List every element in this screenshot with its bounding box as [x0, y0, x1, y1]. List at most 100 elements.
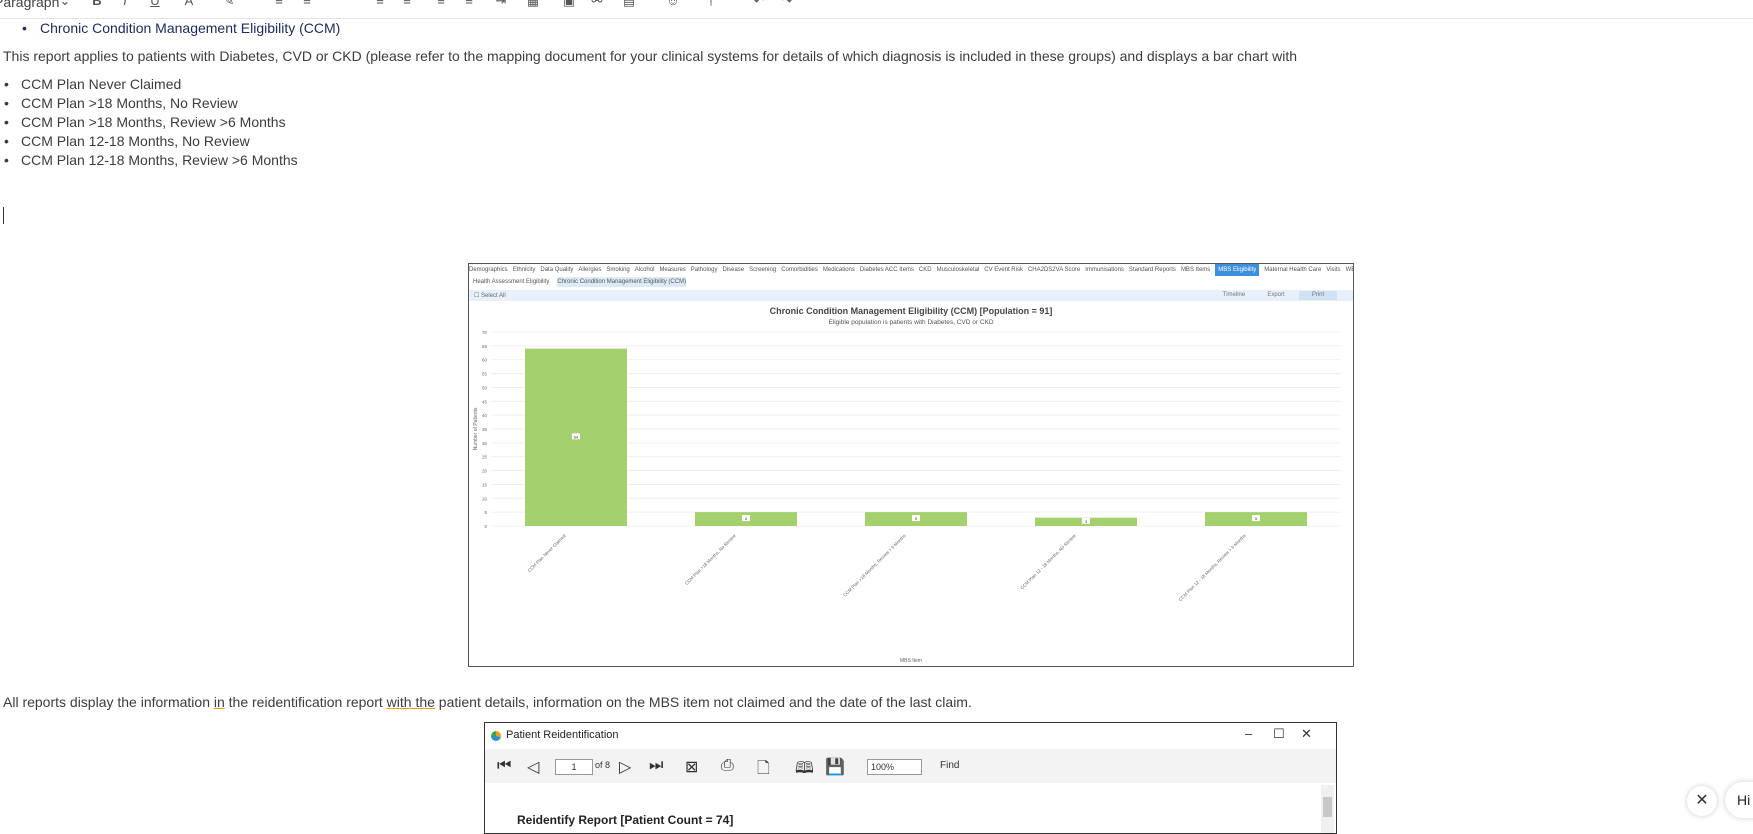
paragraph-style-dropdown[interactable]: Paragraph — [0, 0, 59, 10]
tab-demographics[interactable]: Demographics — [469, 264, 508, 276]
table-icon[interactable]: ▦ — [526, 0, 540, 7]
page-count-label: of 8 — [595, 760, 611, 770]
sub-tab-health-assessment-eligibility[interactable]: Health Assessment Eligibility — [473, 277, 549, 287]
chat-greeting[interactable]: Hi — [1725, 782, 1753, 818]
zoom-select[interactable]: 100% — [867, 759, 922, 775]
x-axis-label: MBS Item — [900, 658, 922, 664]
intro-paragraph: This report applies to patients with Dia… — [3, 48, 1298, 64]
y-tick-label: 20 — [482, 469, 488, 474]
text-color-icon[interactable]: A — [182, 0, 196, 7]
media-icon[interactable]: ▤ — [622, 0, 636, 7]
tab-disease[interactable]: Disease — [722, 264, 744, 276]
export-button[interactable]: Export — [1257, 291, 1295, 300]
special-char-icon[interactable]: † — [704, 0, 718, 7]
italic-icon[interactable]: I — [118, 0, 132, 7]
outro-paragraph: All reports display the information in t… — [3, 694, 972, 710]
y-tick-label: 0 — [484, 524, 487, 529]
report-tabs: Demographics Ethnicity Data Quality Allergi… — [469, 264, 1353, 276]
last-page-icon[interactable]: ⏭ — [649, 757, 663, 775]
align-right-icon[interactable]: ≡ — [434, 0, 448, 7]
tab-ethnicity[interactable]: Ethnicity — [513, 264, 536, 276]
ccm-heading: Chronic Condition Management Eligibility… — [40, 20, 341, 36]
stop-icon[interactable]: ⊠ — [685, 757, 698, 777]
find-button[interactable]: Find — [940, 760, 959, 771]
sub-tab-chronic-condition-management-eligibility-ccm-[interactable]: Chronic Condition Management Eligibility… — [557, 277, 687, 287]
tab-comorbidities[interactable]: Comorbidities — [781, 264, 818, 276]
maximize-icon[interactable]: ☐ — [1273, 726, 1285, 742]
page-number-input[interactable]: 1 — [555, 759, 593, 775]
tab-wearit[interactable]: WEARIT — [1346, 264, 1353, 276]
vertical-scrollbar[interactable] — [1321, 785, 1334, 833]
y-tick-label: 10 — [482, 496, 488, 501]
app-logo-icon — [491, 731, 501, 741]
highlight-icon[interactable]: ✎ — [222, 0, 236, 7]
x-tick-label: CCM Plan 12 - 18 Months, No Review — [1019, 533, 1077, 591]
tab-maternal-health-care[interactable]: Maternal Health Care — [1264, 264, 1321, 276]
underline-icon[interactable]: U — [148, 0, 162, 7]
x-tick-label: CCM Plan 12 - 18 Months, Review > 6 Mont… — [1178, 533, 1248, 603]
ccm-heading-bullet: Chronic Condition Management Eligibility… — [22, 20, 341, 36]
align-center-icon[interactable]: ≡ — [400, 0, 414, 7]
bullet-list-icon[interactable]: ≡ — [272, 0, 286, 7]
tab-measures[interactable]: Measures — [659, 264, 685, 276]
close-chat-icon[interactable]: ✕ — [1687, 786, 1717, 816]
tab-cha2ds2va-score[interactable]: CHA2DS2VA Score — [1028, 264, 1080, 276]
first-page-icon[interactable]: ⏮ — [497, 757, 511, 775]
chart-subtitle: Eligible population is patients with Dia… — [828, 319, 993, 326]
tab-screening[interactable]: Screening — [749, 264, 776, 276]
bar-chart: Chronic Condition Management Eligibility… — [473, 306, 1341, 664]
link-icon[interactable]: ⚯ — [590, 0, 604, 7]
tab-allergies[interactable]: Allergies — [578, 264, 601, 276]
indent-icon[interactable]: ⇥ — [494, 0, 508, 7]
x-tick-label: CCM Plan >18 Months, Review > 6 Months — [842, 533, 907, 598]
y-tick-label: 60 — [482, 358, 488, 363]
image-icon[interactable]: ▣ — [562, 0, 576, 7]
tab-cv-event-risk[interactable]: CV Event Risk — [984, 264, 1023, 276]
y-tick-label: 35 — [482, 427, 488, 432]
print-icon[interactable]: ⎙ — [721, 757, 734, 775]
numbered-list-icon[interactable]: ≡ — [300, 0, 314, 7]
data-label: 64 — [574, 434, 579, 439]
report-sub-tabs: Health Assessment Eligibility Chronic Con… — [469, 277, 1353, 287]
tab-mbs-items[interactable]: MBS Items — [1181, 264, 1210, 276]
undo-icon[interactable]: ↶ — [752, 0, 766, 7]
layout-icon[interactable]: 🕮 — [795, 757, 814, 784]
save-icon[interactable]: 💾 — [825, 757, 845, 777]
tab-alcohol[interactable]: Alcohol — [635, 264, 655, 276]
tab-data-quality[interactable]: Data Quality — [540, 264, 573, 276]
tab-visits[interactable]: Visits — [1326, 264, 1340, 276]
emoji-icon[interactable]: ☺ — [666, 0, 680, 7]
page-setup-icon[interactable]: 🗋 — [757, 757, 770, 784]
bold-icon[interactable]: B — [90, 0, 104, 7]
align-justify-icon[interactable]: ≡ — [462, 0, 476, 7]
align-left-icon[interactable]: ≡ — [373, 0, 387, 7]
select-all-checkbox[interactable]: ☐ Select All — [474, 292, 506, 299]
chart-screenshot[interactable]: Demographics Ethnicity Data Quality Allergi… — [468, 263, 1354, 667]
tab-immunisations[interactable]: Immunisations — [1085, 264, 1124, 276]
tab-ckd[interactable]: CKD — [919, 264, 932, 276]
minimize-icon[interactable]: – — [1245, 726, 1252, 741]
blockquote-icon[interactable]: ❝ — [336, 0, 350, 7]
window-title: Patient Reidentification — [506, 729, 619, 741]
scrollbar-thumb[interactable] — [1323, 797, 1332, 817]
y-tick-label: 70 — [482, 330, 488, 335]
timeline-button[interactable]: Timeline — [1215, 291, 1253, 300]
y-tick-label: 45 — [482, 399, 488, 404]
chart-title: Chronic Condition Management Eligibility… — [770, 306, 1053, 316]
chevron-down-icon[interactable]: ⌄ — [58, 0, 72, 7]
tab-medications[interactable]: Medications — [823, 264, 855, 276]
y-tick-label: 50 — [482, 385, 488, 390]
tab-mbs-eligibility[interactable]: MBS Eligibility — [1215, 264, 1260, 276]
print-button[interactable]: Print — [1299, 291, 1337, 300]
y-axis-label: Number of Patients — [473, 407, 479, 450]
previous-page-icon[interactable]: ◁ — [527, 757, 539, 777]
next-page-icon[interactable]: ▷ — [619, 757, 631, 777]
tab-musculoskeletal[interactable]: Musculoskeletal — [937, 264, 980, 276]
tab-pathology[interactable]: Pathology — [691, 264, 718, 276]
tab-smoking[interactable]: Smoking — [606, 264, 629, 276]
tab-standard-reports[interactable]: Standard Reports — [1129, 264, 1176, 276]
window-title-bar: Patient Reidentification – ☐ ✕ — [485, 723, 1336, 749]
redo-icon[interactable]: ↷ — [780, 0, 794, 7]
close-icon[interactable]: ✕ — [1301, 726, 1312, 742]
tab-diabetes-acc-items[interactable]: Diabetes ACC Items — [860, 264, 914, 276]
